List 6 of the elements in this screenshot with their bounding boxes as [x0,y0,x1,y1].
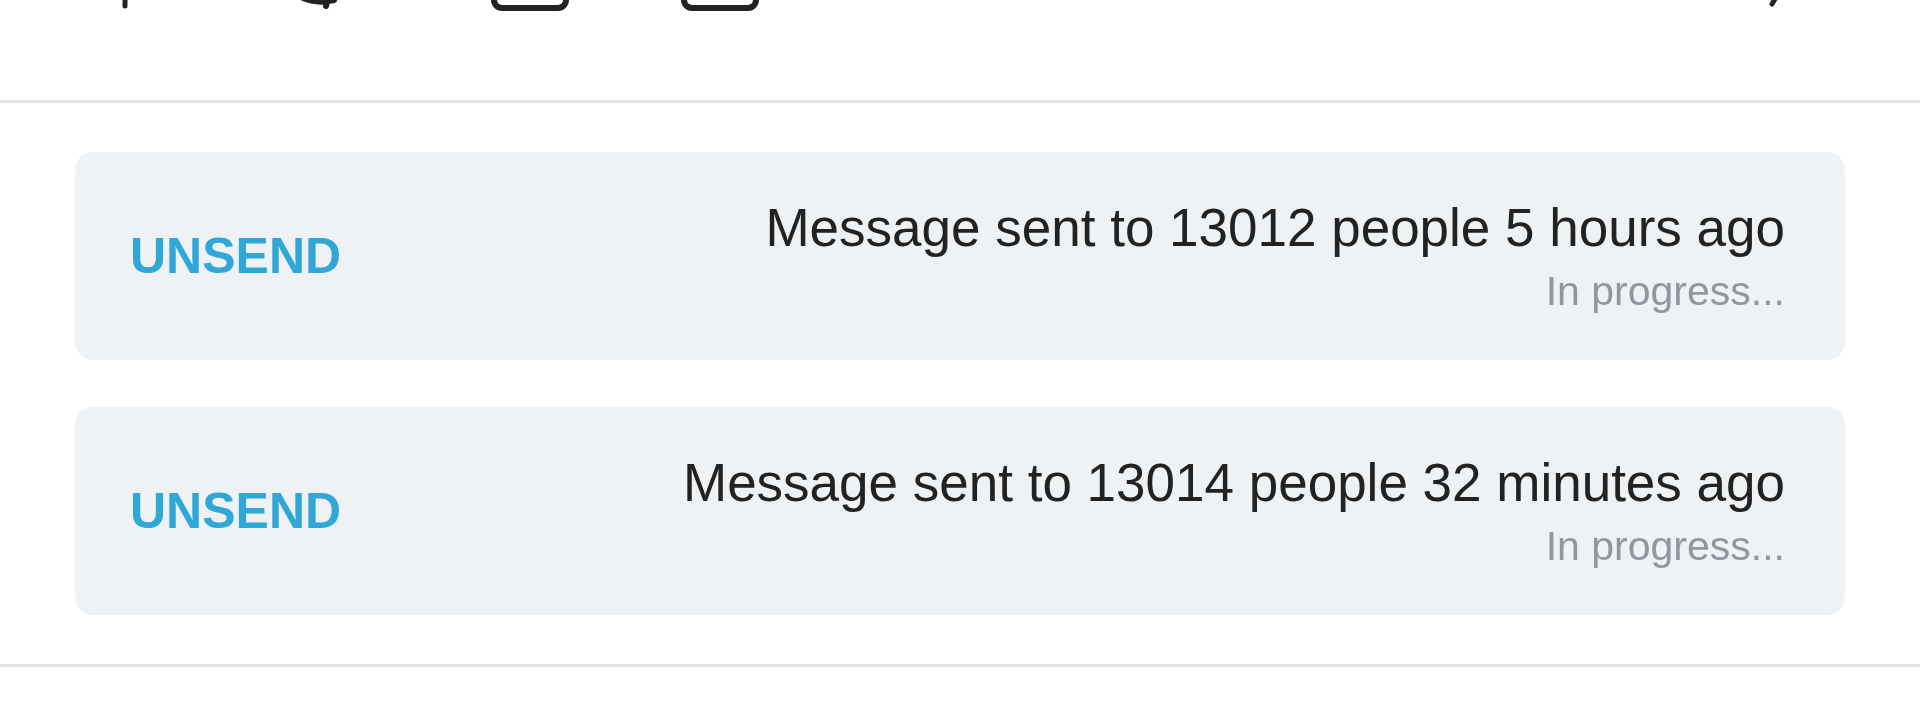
status-text: In progress... [1545,268,1785,315]
message-text: Message sent to 13014 people 32 minutes ago [683,452,1785,513]
status-text: In progress... [1545,523,1785,570]
unsend-button[interactable]: UNSEND [130,227,342,285]
message-text: Message sent to 13012 people 5 hours ago [765,197,1785,258]
unsend-button[interactable]: UNSEND [130,482,342,540]
